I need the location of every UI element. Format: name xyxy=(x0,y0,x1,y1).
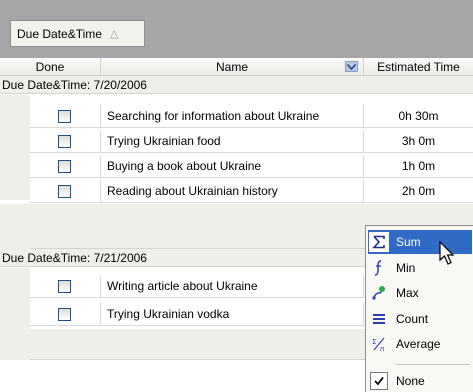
name-cell[interactable]: Trying Ukrainian vodka xyxy=(101,303,364,326)
group-indent xyxy=(0,268,30,360)
menu-separator xyxy=(396,364,470,365)
menu-item-label: Count xyxy=(396,312,429,326)
done-checkbox[interactable] xyxy=(58,110,71,123)
column-header-name-label: Name xyxy=(215,60,248,74)
estimated-time-cell[interactable]: 1h 0m xyxy=(364,155,473,178)
table-row[interactable]: Reading about Ukrainian history 2h 0m xyxy=(30,180,473,203)
column-header-name[interactable]: Name xyxy=(101,58,364,76)
table-row[interactable]: Trying Ukrainian food 3h 0m xyxy=(30,130,473,153)
checkmark-icon xyxy=(370,372,388,390)
menu-item-average[interactable]: Σn Average xyxy=(368,332,472,356)
group-by-chip-due-date[interactable]: Due Date&Time △ xyxy=(10,20,145,47)
min-icon xyxy=(368,257,390,279)
estimated-time-cell[interactable]: 2h 0m xyxy=(364,180,473,203)
done-checkbox[interactable] xyxy=(58,135,71,148)
name-cell[interactable]: Reading about Ukrainian history xyxy=(101,180,364,203)
group-by-panel[interactable]: Due Date&Time △ xyxy=(0,0,473,58)
name-cell[interactable]: Writing article about Ukraine xyxy=(101,275,364,298)
estimated-time-cell[interactable]: 3h 0m xyxy=(364,130,473,153)
done-checkbox[interactable] xyxy=(58,308,71,321)
done-checkbox[interactable] xyxy=(58,160,71,173)
menu-item-label: None xyxy=(396,374,425,388)
max-icon xyxy=(368,282,390,304)
done-cell xyxy=(30,303,101,326)
svg-text:Σ: Σ xyxy=(372,338,376,346)
done-cell xyxy=(30,105,101,128)
menu-item-label: Average xyxy=(396,337,441,351)
menu-item-count[interactable]: Count xyxy=(368,307,472,331)
done-cell xyxy=(30,130,101,153)
sort-ascending-icon[interactable]: △ xyxy=(110,27,118,40)
group-indent xyxy=(0,204,30,249)
menu-item-label: Min xyxy=(396,261,416,275)
name-cell[interactable]: Buying a book about Ukraine xyxy=(101,155,364,178)
column-header-estimated-label: Estimated Time xyxy=(377,60,460,74)
group-row-7-20-2006[interactable]: Due Date&Time: 7/20/2006 xyxy=(0,76,473,94)
group-chip-label: Due Date&Time xyxy=(17,26,102,41)
column-header-row: Done Name Estimated Time xyxy=(0,58,473,76)
estimated-time-cell[interactable]: 0h 30m xyxy=(364,105,473,128)
table-row[interactable]: Searching for information about Ukraine … xyxy=(30,105,473,128)
sigma-icon xyxy=(368,231,390,253)
done-cell xyxy=(30,275,101,298)
svg-text:n: n xyxy=(380,345,384,352)
menu-item-label: Sum xyxy=(396,235,421,249)
name-cell[interactable]: Searching for information about Ukraine xyxy=(101,105,364,128)
column-header-estimated-time[interactable]: Estimated Time xyxy=(364,58,473,76)
menu-item-label: Max xyxy=(396,286,419,300)
menu-item-none[interactable]: None xyxy=(368,369,472,392)
filter-dropdown-icon[interactable] xyxy=(345,61,358,72)
column-header-done[interactable]: Done xyxy=(0,58,101,76)
count-icon xyxy=(368,308,390,330)
table-row[interactable]: Buying a book about Ukraine 1h 0m xyxy=(30,155,473,178)
group-indent xyxy=(0,95,30,200)
mouse-pointer-icon xyxy=(439,240,457,270)
group-row-label: Due Date&Time: 7/20/2006 xyxy=(2,78,147,92)
done-cell xyxy=(30,155,101,178)
average-icon: Σn xyxy=(368,333,390,355)
group-row-label: Due Date&Time: 7/21/2006 xyxy=(2,251,147,265)
done-checkbox[interactable] xyxy=(58,280,71,293)
column-header-done-label: Done xyxy=(35,60,65,74)
done-checkbox[interactable] xyxy=(58,185,71,198)
menu-item-max[interactable]: Max xyxy=(368,281,472,305)
done-cell xyxy=(30,180,101,203)
name-cell[interactable]: Trying Ukrainian food xyxy=(101,130,364,153)
